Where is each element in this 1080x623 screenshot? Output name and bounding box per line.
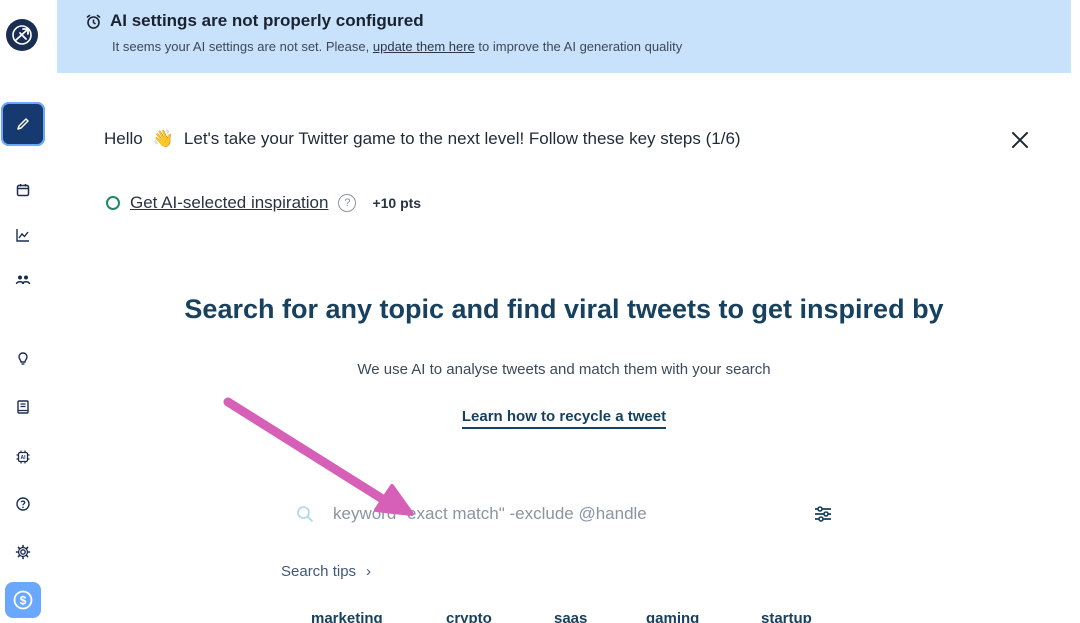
banner-title-row: AI settings are not properly configured	[85, 11, 424, 31]
banner-text-after: to improve the AI generation quality	[478, 39, 683, 54]
step-points: +10 pts	[372, 195, 422, 211]
chip-gaming[interactable]: gaming	[646, 610, 699, 623]
chip-saas[interactable]: saas	[554, 610, 587, 623]
onboarding-step: Get AI-selected inspiration ? +10 pts	[106, 193, 421, 213]
question-icon[interactable]: ?	[338, 194, 357, 212]
learn-recycle-tweet-link[interactable]: Learn how to recycle a tweet	[461, 408, 667, 429]
svg-text:AI: AI	[21, 455, 27, 461]
ai-chip-icon: AI	[16, 450, 30, 464]
onboarding-message: Let's take your Twitter game to the next…	[183, 129, 741, 148]
gear-icon	[15, 544, 31, 560]
sidebar-item-analytics[interactable]	[8, 220, 38, 250]
sliders-icon	[815, 506, 831, 522]
search-tips-label: Search tips	[281, 563, 357, 580]
question-icon	[16, 497, 30, 511]
svg-text:$: $	[20, 594, 27, 608]
get-ai-inspiration-link[interactable]: Get AI-selected inspiration	[130, 193, 328, 213]
chip-startup[interactable]: startup	[761, 610, 812, 623]
waving-hand-emoji: 👋	[152, 129, 174, 148]
alarm-clock-icon	[86, 14, 101, 29]
ai-settings-banner: AI settings are not properly configured …	[57, 0, 1071, 73]
onboarding-greeting: Hello 👋 Let's take your Twitter game to …	[104, 129, 741, 149]
users-icon	[15, 275, 31, 285]
search-input[interactable]	[333, 504, 793, 524]
search-icon	[297, 506, 313, 522]
banner-message: It seems your AI settings are not set. P…	[112, 39, 682, 54]
page-headline: Search for any topic and find viral twee…	[184, 294, 944, 324]
chip-marketing[interactable]: marketing	[311, 610, 383, 623]
search-tips-toggle[interactable]: Search tips ›	[281, 563, 371, 580]
calendar-icon	[16, 184, 30, 197]
sidebar-item-help[interactable]	[8, 489, 38, 519]
sidebar-item-calendar[interactable]	[8, 175, 38, 205]
banner-text-before: It seems your AI settings are not set. P…	[112, 39, 370, 54]
page-subline: We use AI to analyse tweets and match th…	[357, 361, 771, 378]
search-bar	[287, 492, 847, 536]
chip-crypto[interactable]: crypto	[446, 610, 492, 623]
cannon-logo-icon[interactable]	[6, 19, 38, 51]
hello-text: Hello	[104, 129, 143, 148]
update-settings-link[interactable]: update them here	[373, 39, 475, 54]
step-status-circle-icon	[106, 196, 120, 210]
search-filters-button[interactable]	[811, 502, 835, 526]
chevron-right-icon: ›	[366, 563, 372, 580]
close-onboarding-button[interactable]	[1008, 128, 1032, 152]
chart-line-icon	[16, 229, 29, 242]
banner-title: AI settings are not properly configured	[110, 11, 424, 30]
sidebar-item-billing[interactable]: $	[5, 582, 41, 618]
pencil-icon	[17, 118, 29, 130]
close-icon	[1012, 132, 1028, 148]
app-root: AI $ AI settings are not properly config…	[0, 0, 1080, 623]
learn-link-row: Learn how to recycle a tweet	[0, 408, 1080, 429]
dollar-icon: $	[13, 590, 33, 610]
sidebar-item-ai[interactable]: AI	[8, 442, 38, 472]
sidebar-item-settings[interactable]	[8, 537, 38, 567]
sidebar-item-audience[interactable]	[8, 265, 38, 295]
compose-button[interactable]	[1, 102, 45, 146]
